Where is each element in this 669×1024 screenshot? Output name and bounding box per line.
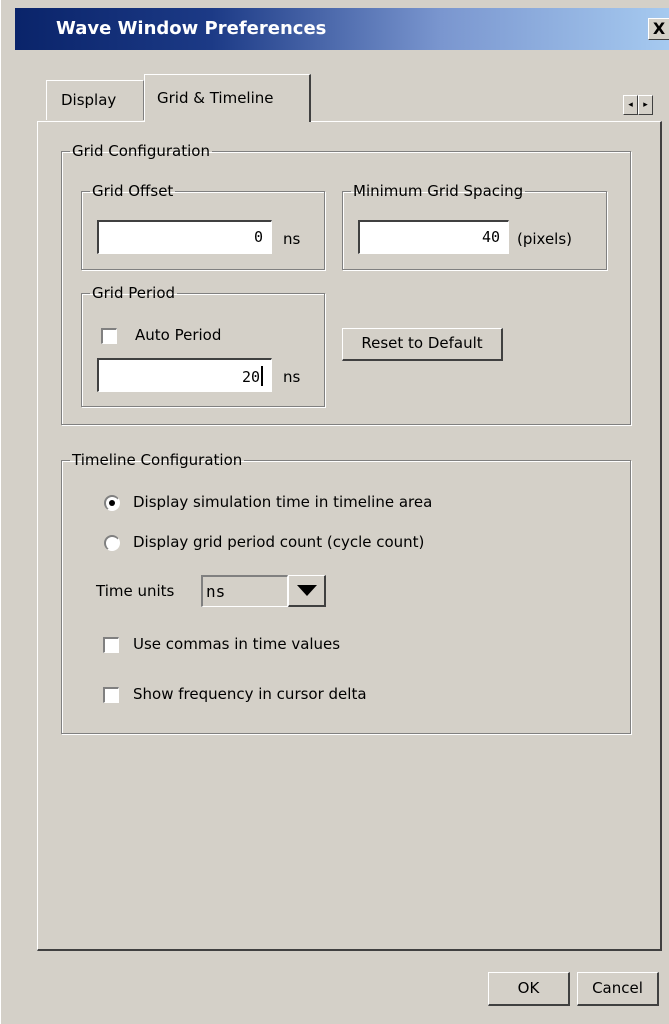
auto-period-label: Auto Period [135, 326, 222, 344]
grid-period-legend: Grid Period [92, 284, 176, 302]
tab-grid-timeline-label: Grid & Timeline [157, 89, 274, 107]
close-icon: X [652, 19, 666, 38]
use-commas-label: Use commas in time values [133, 635, 341, 653]
grid-period-input[interactable]: 20 [97, 358, 272, 392]
grid-period-value: 20 [241, 368, 260, 386]
grid-offset-unit: ns [283, 230, 301, 248]
chevron-left-icon: ◂ [628, 100, 633, 110]
minimum-grid-spacing-value: 40 [481, 228, 500, 246]
minimum-grid-spacing-legend: Minimum Grid Spacing [353, 182, 524, 200]
time-units-value: ns [206, 582, 226, 601]
reset-to-default-button[interactable]: Reset to Default [342, 328, 503, 361]
grid-offset-value: 0 [253, 228, 263, 246]
display-grid-period-count-radio[interactable] [104, 535, 120, 551]
minimum-grid-spacing-unit: (pixels) [517, 230, 573, 248]
chevron-down-icon [297, 585, 317, 596]
radio-selected-dot [109, 500, 115, 506]
use-commas-checkbox[interactable] [103, 637, 119, 653]
tab-grid-timeline[interactable]: Grid & Timeline [144, 74, 311, 122]
show-frequency-checkbox[interactable] [103, 687, 119, 703]
ok-label: OK [517, 979, 540, 997]
preferences-window: Wave Window Preferences X Display Grid &… [0, 0, 669, 1024]
auto-period-checkbox[interactable] [101, 328, 117, 344]
grid-period-unit: ns [283, 368, 301, 386]
minimum-grid-spacing-input[interactable]: 40 [358, 220, 509, 254]
tab-scroll-arrows: ◂ ▸ [623, 95, 653, 115]
show-frequency-label: Show frequency in cursor delta [133, 685, 367, 703]
grid-offset-input[interactable]: 0 [97, 220, 272, 254]
display-simulation-time-label: Display simulation time in timeline area [133, 493, 433, 511]
chevron-right-icon: ▸ [643, 100, 648, 110]
tab-display[interactable]: Display [46, 80, 144, 120]
tab-display-label: Display [61, 91, 117, 109]
grid-offset-legend: Grid Offset [92, 182, 174, 200]
tab-scroll-left-button[interactable]: ◂ [623, 95, 638, 115]
time-units-select[interactable]: ns [201, 575, 288, 607]
time-units-label: Time units [96, 582, 175, 600]
ok-button[interactable]: OK [488, 972, 570, 1006]
tab-scroll-right-button[interactable]: ▸ [638, 95, 653, 115]
window-title: Wave Window Preferences [56, 18, 327, 39]
title-bar[interactable]: Wave Window Preferences X [15, 8, 669, 50]
cancel-label: Cancel [592, 979, 643, 997]
text-caret [261, 366, 263, 386]
reset-to-default-label: Reset to Default [361, 334, 483, 352]
display-grid-period-count-label: Display grid period count (cycle count) [133, 533, 425, 551]
close-button[interactable]: X [648, 18, 669, 40]
timeline-configuration-legend: Timeline Configuration [72, 451, 243, 469]
grid-configuration-legend: Grid Configuration [72, 142, 210, 160]
cancel-button[interactable]: Cancel [577, 972, 659, 1006]
time-units-dropdown-button[interactable] [288, 575, 326, 607]
display-simulation-time-radio[interactable] [104, 495, 120, 511]
